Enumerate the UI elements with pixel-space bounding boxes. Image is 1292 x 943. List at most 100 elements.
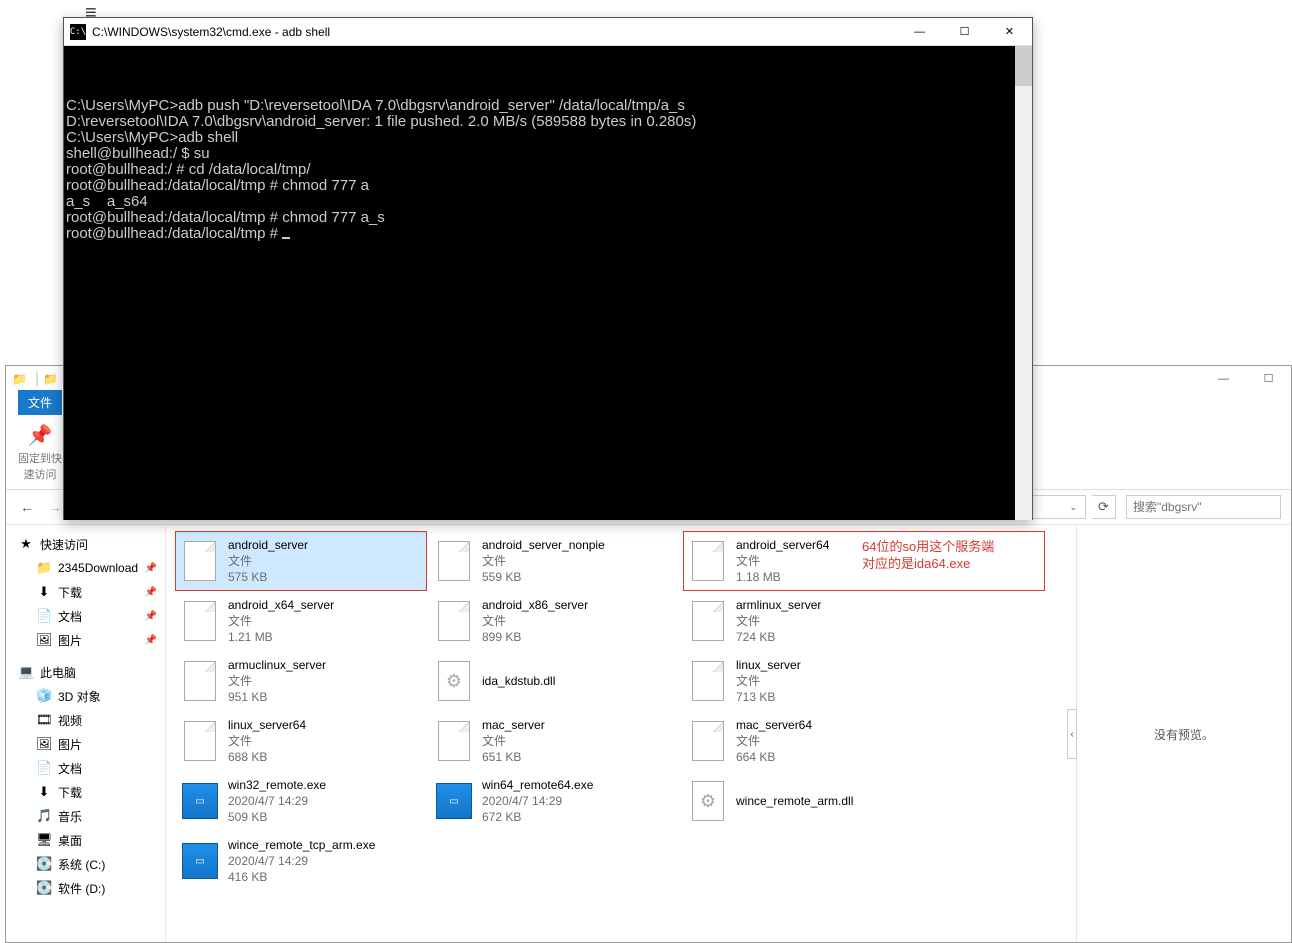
file-type: 文件 [736, 673, 801, 689]
file-size: 672 KB [482, 809, 593, 825]
file-type: 2020/4/7 14:29 [482, 793, 593, 809]
sidebar-this-pc[interactable]: 💻此电脑 [6, 660, 165, 684]
item-icon: 🧊 [36, 688, 52, 704]
sidebar-item[interactable]: 🖥桌面 [6, 828, 165, 852]
cmd-window: C:\ C:\WINDOWS\system32\cmd.exe - adb sh… [63, 17, 1033, 520]
file-item[interactable]: ▭win64_remote64.exe2020/4/7 14:29672 KB [430, 772, 680, 830]
file-size: 724 KB [736, 629, 821, 645]
file-item[interactable]: android_server64文件1.18 MB64位的so用这个服务端对应的… [684, 532, 1044, 590]
file-type: 文件 [482, 613, 588, 629]
file-type: 文件 [228, 613, 334, 629]
file-name: android_server_nonpie [482, 537, 605, 553]
annotation-text: 64位的so用这个服务端对应的是ida64.exe [862, 538, 994, 572]
cmd-scrollbar[interactable] [1015, 46, 1032, 520]
file-type: 文件 [482, 553, 605, 569]
file-size: 1.18 MB [736, 569, 829, 585]
cmd-output[interactable]: C:\Users\MyPC>adb push "D:\reversetool\I… [64, 46, 1032, 520]
item-icon: 💽 [36, 856, 52, 872]
file-icon: ⚙ [690, 780, 726, 822]
file-size: 951 KB [228, 689, 326, 705]
file-icon [436, 540, 472, 582]
file-name: armuclinux_server [228, 657, 326, 673]
file-size: 1.21 MB [228, 629, 334, 645]
file-item[interactable]: android_server文件575 KB [176, 532, 426, 590]
sidebar-item[interactable]: ⬇下载📌 [6, 580, 165, 604]
preview-empty-text: 没有预览。 [1154, 726, 1214, 743]
search-input[interactable] [1126, 495, 1281, 519]
maximize-button[interactable]: ☐ [942, 18, 987, 46]
sidebar-quick-access[interactable]: ★快速访问 [6, 532, 165, 556]
file-item[interactable]: mac_server64文件664 KB [684, 712, 1044, 770]
file-item[interactable]: linux_server64文件688 KB [176, 712, 426, 770]
file-size: 713 KB [736, 689, 801, 705]
file-list[interactable]: android_server文件575 KBandroid_server_non… [166, 526, 1076, 942]
cmd-title: C:\WINDOWS\system32\cmd.exe - adb shell [92, 25, 897, 39]
sidebar-item[interactable]: 🎞视频 [6, 708, 165, 732]
file-item[interactable]: ⚙wince_remote_arm.dll [684, 772, 1044, 830]
folder-icon: 📁 [12, 372, 27, 386]
pin-icon: 📌 [28, 423, 53, 448]
file-item[interactable]: ⚙ida_kdstub.dll [430, 652, 680, 710]
refresh-button[interactable]: ⟳ [1092, 495, 1116, 519]
file-item[interactable]: armlinux_server文件724 KB [684, 592, 1044, 650]
sidebar-item[interactable]: 🧊3D 对象 [6, 684, 165, 708]
file-item[interactable]: android_x86_server文件899 KB [430, 592, 680, 650]
sidebar-item[interactable]: 📁2345Download📌 [6, 556, 165, 580]
file-icon [182, 720, 218, 762]
file-item[interactable]: ▭wince_remote_tcp_arm.exe2020/4/7 14:294… [176, 832, 426, 890]
file-icon [690, 660, 726, 702]
file-type: 文件 [736, 553, 829, 569]
file-item[interactable]: armuclinux_server文件951 KB [176, 652, 426, 710]
maximize-button[interactable]: ☐ [1246, 366, 1291, 391]
minimize-button[interactable]: — [1201, 366, 1246, 391]
sidebar-item[interactable]: 💽系统 (C:) [6, 852, 165, 876]
item-icon: 🖼 [36, 736, 52, 752]
sidebar-item[interactable]: 📄文档 [6, 756, 165, 780]
item-icon: 📄 [36, 760, 52, 776]
sidebar-item[interactable]: 🖼图片📌 [6, 628, 165, 652]
sidebar-item[interactable]: ⬇下载 [6, 780, 165, 804]
file-type: 文件 [228, 673, 326, 689]
cmd-titlebar[interactable]: C:\ C:\WINDOWS\system32\cmd.exe - adb sh… [64, 18, 1032, 46]
sidebar-item[interactable]: 📄文档📌 [6, 604, 165, 628]
file-name: mac_server [482, 717, 545, 733]
file-item[interactable]: ▭win32_remote.exe2020/4/7 14:29509 KB [176, 772, 426, 830]
item-icon: ⬇ [36, 784, 52, 800]
collapse-preview-button[interactable]: ‹ [1067, 709, 1077, 759]
sidebar-item[interactable]: 🎵音乐 [6, 804, 165, 828]
pin-icon: 📌 [145, 635, 157, 646]
address-dropdown[interactable]: ⌄ [1065, 502, 1081, 513]
file-type: 2020/4/7 14:29 [228, 853, 375, 869]
pin-icon: 📌 [145, 587, 157, 598]
file-item[interactable]: mac_server文件651 KB [430, 712, 680, 770]
back-button[interactable]: ← [16, 496, 38, 518]
pin-icon: 📌 [145, 611, 157, 622]
file-icon [690, 600, 726, 642]
sidebar-item[interactable]: 🖼图片 [6, 732, 165, 756]
file-name: win32_remote.exe [228, 777, 326, 793]
item-icon: 🖥 [36, 832, 52, 848]
minimize-button[interactable]: — [897, 18, 942, 46]
file-type: 文件 [228, 553, 308, 569]
file-name: wince_remote_tcp_arm.exe [228, 837, 375, 853]
file-icon [690, 540, 726, 582]
file-item[interactable]: android_x64_server文件1.21 MB [176, 592, 426, 650]
file-item[interactable]: linux_server文件713 KB [684, 652, 1044, 710]
file-type: 文件 [228, 733, 306, 749]
sidebar-item[interactable]: 💽软件 (D:) [6, 876, 165, 900]
file-name: linux_server [736, 657, 801, 673]
file-size: 688 KB [228, 749, 306, 765]
cmd-icon: C:\ [70, 24, 86, 40]
file-type: 文件 [482, 733, 545, 749]
file-name: android_x86_server [482, 597, 588, 613]
item-icon: 🖼 [36, 632, 52, 648]
file-item[interactable]: android_server_nonpie文件559 KB [430, 532, 680, 590]
star-icon: ★ [18, 536, 34, 552]
close-button[interactable]: ✕ [987, 18, 1032, 46]
file-icon: ▭ [182, 840, 218, 882]
pin-label: 固定到快速访问 [16, 450, 64, 482]
sidebar: ★快速访问 📁2345Download📌⬇下载📌📄文档📌🖼图片📌 💻此电脑 🧊3… [6, 526, 166, 942]
ribbon-tab-file[interactable]: 文件 [18, 390, 62, 415]
item-icon: 💽 [36, 880, 52, 896]
file-name: win64_remote64.exe [482, 777, 593, 793]
